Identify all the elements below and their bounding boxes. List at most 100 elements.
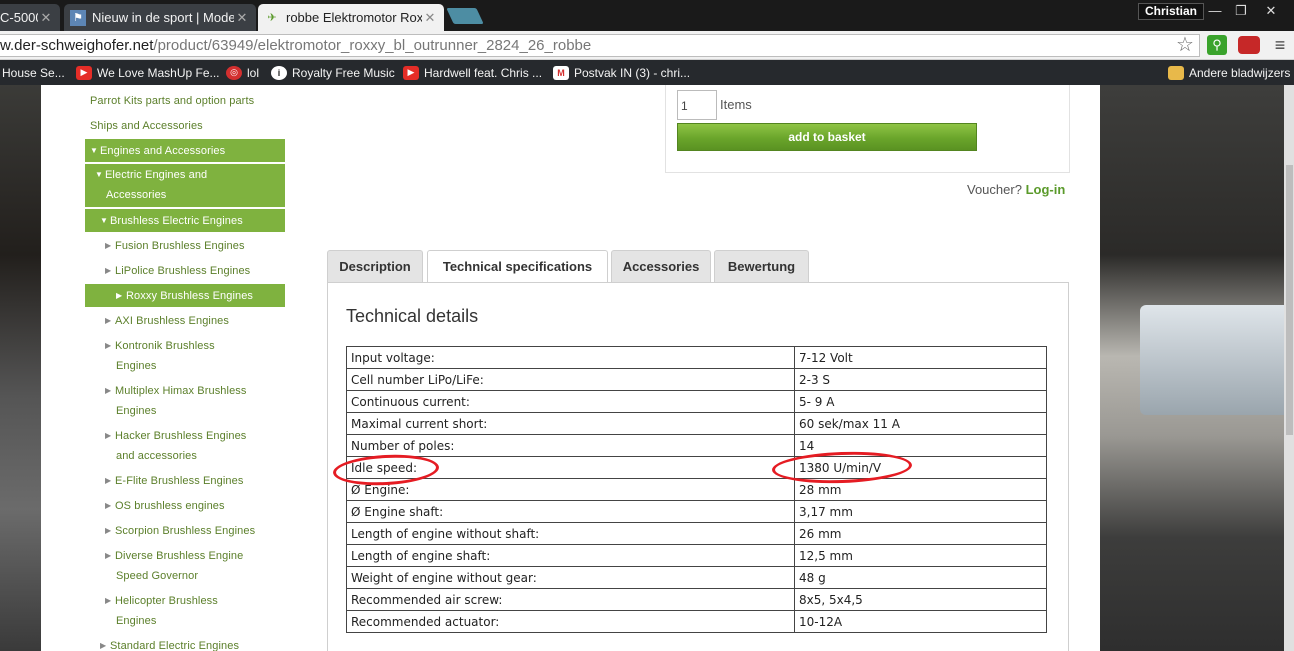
scrollbar-thumb[interactable] [1286,165,1293,435]
browser-toolbar: w.der-schweighofer.net/product/63949/ele… [0,31,1294,60]
spec-key: Maximal current short: [346,412,795,435]
triangle-right-icon: ▶ [105,341,112,350]
bookmark-mashup[interactable]: ▶ We Love MashUp Fe... [76,64,220,81]
tab-technical-specifications[interactable]: Technical specifications [427,250,608,284]
sidebar-item-engines[interactable]: ▼ Engines and Accessories [85,139,285,162]
window-close-icon[interactable]: ✕ [1258,2,1284,20]
close-icon[interactable]: ✕ [234,10,250,26]
spec-key: Number of poles: [346,434,795,457]
spec-value: 10-12A [794,610,1047,633]
sidebar-item-lipolice[interactable]: ▶ LiPolice Brushless Engines [85,261,285,281]
sidebar-item-brushless[interactable]: ▼ Brushless Electric Engines [85,209,285,232]
table-row: Recommended actuator: 10-12A [346,610,1047,633]
sidebar-item-fusion[interactable]: ▶ Fusion Brushless Engines [85,236,285,256]
sidebar-item-multiplex[interactable]: ▶ Multiplex Himax Brushless Engines [85,381,285,421]
bookmark-label: House Se... [2,65,65,80]
sidebar-item-eflite[interactable]: ▶ E-Flite Brushless Engines [85,471,285,491]
tab-bewertung[interactable]: Bewertung [714,250,809,283]
triangle-down-icon: ▼ [90,146,99,155]
sidebar-item-parrot[interactable]: Parrot Kits parts and option parts [85,91,285,111]
red-circle-icon: ◎ [226,65,242,80]
login-link[interactable]: Log-in [1026,182,1066,197]
bookmark-lol[interactable]: ◎ lol [226,64,259,81]
bookmark-hardwell[interactable]: ▶ Hardwell feat. Chris ... [403,64,542,81]
triangle-right-icon: ▶ [105,501,112,510]
user-badge[interactable]: Christian [1138,3,1205,20]
spec-value: 60 sek/max 11 A [794,412,1047,435]
bookmark-star-icon[interactable]: ☆ [1174,34,1196,56]
spec-key: Cell number LiPo/LiFe: [346,368,795,391]
sidebar-item-label: E-Flite Brushless Engines [115,475,244,487]
sidebar-item-label-2: Engines [116,360,157,372]
tab-title: robbe Elektromotor Roxxy [286,10,422,25]
sidebar-item-label: Scorpion Brushless Engines [115,525,256,537]
bookmark-label: lol [247,65,260,80]
new-tab-button[interactable] [446,8,484,24]
sidebar-item-label-2: Engines [116,405,157,417]
tab-nieuw-in-de-sport[interactable]: ⚑ Nieuw in de sport | Model ✕ [64,4,256,31]
sidebar-item-label: Parrot Kits parts and option parts [90,95,255,107]
sidebar-item-electric-engines[interactable]: ▼ Electric Engines and Accessories [85,164,285,207]
sidebar-item-ships[interactable]: Ships and Accessories [85,116,285,136]
sidebar-item-label: Roxxy Brushless Engines [126,290,254,302]
sidebar-item-roxxy[interactable]: ▶ Roxxy Brushless Engines [85,284,285,307]
sidebar-item-diverse[interactable]: ▶ Diverse Brushless Engine Speed Governor [85,546,285,586]
tab-c5000[interactable]: C-5000 ✕ [0,4,60,31]
bookmark-label: Postvak IN (3) - chri... [574,65,691,80]
sidebar-item-kontronik[interactable]: ▶ Kontronik Brushless Engines [85,336,285,376]
sidebar-item-label-2: Engines [116,615,157,627]
spec-key: Input voltage: [346,346,795,369]
sidebar-item-helicopter[interactable]: ▶ Helicopter Brushless Engines [85,591,285,631]
gmail-icon: M [553,65,569,80]
triangle-right-icon: ▶ [105,266,112,275]
restore-icon[interactable]: ❐ [1228,2,1254,20]
table-row: Ø Engine shaft: 3,17 mm [346,500,1047,523]
add-to-basket-button[interactable]: add to basket [677,123,977,151]
sidebar-item-hacker[interactable]: ▶ Hacker Brushless Engines and accessorie… [85,426,285,466]
sidebar-item-label: Helicopter Brushless [115,595,218,607]
bookmark-gmail[interactable]: M Postvak IN (3) - chri... [553,64,690,81]
url-host: w.der-schweighofer.net [0,37,154,54]
close-icon[interactable]: ✕ [422,10,438,26]
bookmark-royalty-free-music[interactable]: i Royalty Free Music [271,64,395,81]
bookmark-label: Hardwell feat. Chris ... [424,65,543,80]
table-row: Weight of engine without gear: 48 g [346,566,1047,589]
extension-search-icon[interactable]: ⚲ [1207,35,1227,55]
sidebar-item-label-2: Speed Governor [116,570,199,582]
youtube-icon: ▶ [403,65,419,80]
address-bar[interactable]: w.der-schweighofer.net/product/63949/ele… [0,34,1200,57]
quantity-input[interactable]: 1 [677,90,717,120]
sidebar-item-scorpion[interactable]: ▶ Scorpion Brushless Engines [85,521,285,541]
spec-key: Continuous current: [346,390,795,413]
sidebar-item-axi[interactable]: ▶ AXI Brushless Engines [85,311,285,331]
sidebar-item-label: AXI Brushless Engines [115,315,229,327]
menu-icon[interactable]: ≡ [1270,36,1290,54]
triangle-right-icon: ▶ [105,476,112,485]
cockpit-background-right [1100,85,1294,651]
tab-robbe-elektromotor[interactable]: ✈ robbe Elektromotor Roxxy ✕ [258,4,444,31]
tab-accessories[interactable]: Accessories [611,250,711,283]
tab-title: Nieuw in de sport | Model [92,10,234,25]
folder-icon [1168,65,1184,80]
table-row: Cell number LiPo/LiFe: 2-3 S [346,368,1047,391]
youtube-icon: ▶ [76,65,92,80]
table-row: Length of engine without shaft: 26 mm [346,522,1047,545]
bookmark-label: Royalty Free Music [292,65,395,80]
triangle-down-icon: ▼ [95,170,104,179]
minimize-icon[interactable]: — [1202,2,1228,20]
voucher-line: Voucher? Log-in [967,182,1065,197]
sidebar-item-standard[interactable]: ▶ Standard Electric Engines [85,636,285,651]
bookmark-other[interactable]: Andere bladwijzers [1168,64,1290,81]
tab-description[interactable]: Description [327,250,423,283]
sidebar-item-label: Multiplex Himax Brushless [115,385,247,397]
info-icon: i [271,65,287,80]
table-row: Number of poles: 14 [346,434,1047,457]
sidebar-item-label: Diverse Brushless Engine [115,550,244,562]
sidebar-item-label: Hacker Brushless Engines [115,430,247,442]
sidebar-item-os[interactable]: ▶ OS brushless engines [85,496,285,516]
sidebar-item-label-2: Accessories [106,189,167,201]
close-icon[interactable]: ✕ [38,10,54,26]
page-content: Parrot Kits parts and option parts Ships… [41,85,1100,651]
bookmark-house[interactable]: House Se... [2,64,65,81]
extension-red-icon[interactable] [1238,36,1260,54]
